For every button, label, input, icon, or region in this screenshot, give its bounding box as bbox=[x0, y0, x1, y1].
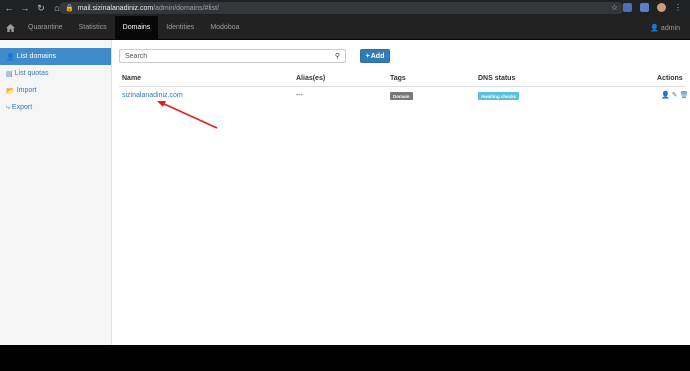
annotation-arrow bbox=[157, 101, 218, 129]
bottom-black-bar bbox=[0, 345, 690, 371]
